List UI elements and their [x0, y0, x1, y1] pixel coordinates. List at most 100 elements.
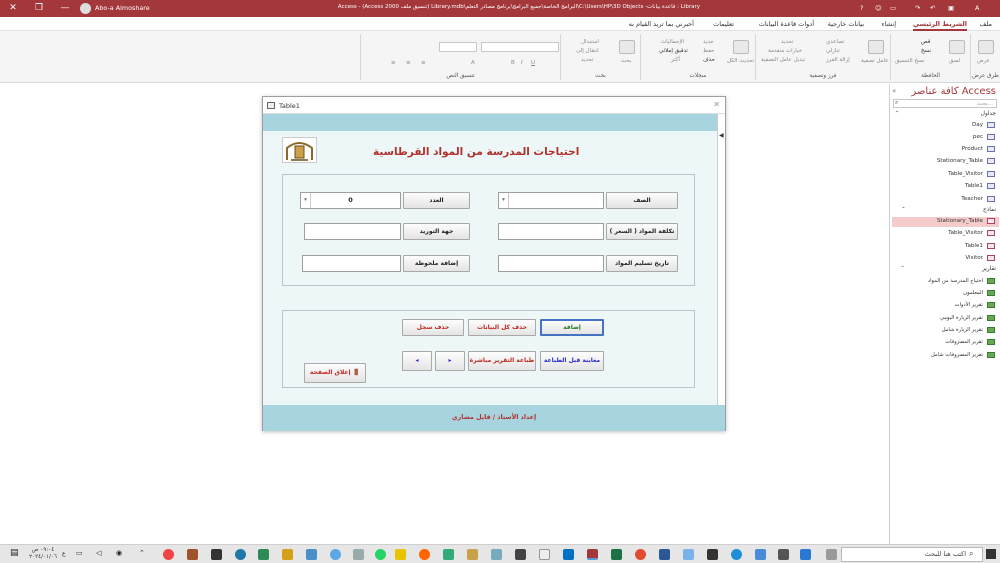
tab-file[interactable]: ملف [980, 20, 992, 28]
close-window-button[interactable]: ✕ [0, 0, 26, 17]
app-icon[interactable] [491, 549, 502, 560]
replace-button[interactable]: استبدال [581, 39, 599, 45]
app-icon[interactable] [211, 549, 222, 560]
avatar[interactable] [80, 3, 91, 14]
save-record-button[interactable]: حفظ [703, 48, 714, 54]
ribbon-options-icon[interactable]: ▭ [890, 4, 896, 12]
volume-icon[interactable]: ◁ [96, 549, 101, 557]
delete-record-button[interactable]: حذف [703, 57, 715, 63]
app-icon[interactable] [258, 549, 269, 560]
paste-icon[interactable] [949, 40, 965, 54]
more-button[interactable]: أكثر [671, 57, 680, 63]
tab-help[interactable]: تعليمات [713, 20, 734, 28]
chevron-up-icon[interactable]: ⌃ [139, 549, 145, 557]
note-field[interactable] [302, 255, 401, 272]
refresh-icon[interactable] [733, 40, 749, 54]
underline-icon[interactable]: U [531, 60, 535, 66]
ascending-button[interactable]: تصاعدي [826, 39, 844, 45]
nav-group-tables[interactable]: جداول ⌃ [895, 111, 996, 117]
format-painter-button[interactable]: نسخ التنسيق [895, 58, 924, 64]
list-item[interactable]: المعلمون [963, 290, 983, 296]
chevron-down-icon[interactable]: ▾ [301, 193, 311, 208]
font-color-icon[interactable]: A [471, 60, 475, 66]
remove-sort-button[interactable]: إزالة الفرز [826, 57, 850, 63]
app-icon[interactable] [443, 549, 454, 560]
list-item[interactable]: Table_Visitor [948, 230, 983, 236]
taskbar-search-input[interactable]: اكتب هنا للبحث [841, 547, 983, 562]
clock[interactable]: ٠٩:٠٤ ص ٢٠٢٤/٠١/٠٦ [27, 547, 59, 561]
search-icon[interactable]: ⌕ [895, 99, 898, 107]
list-item[interactable]: Product [962, 146, 983, 152]
list-item[interactable]: تقرير الأدوات [955, 302, 983, 308]
access-icon[interactable] [587, 549, 598, 560]
app-icon[interactable] [187, 549, 198, 560]
app-icon[interactable] [539, 549, 550, 560]
nav-pane-title[interactable]: كافة عناصر Access [911, 86, 996, 97]
list-item[interactable]: احتياج المدرسة من المواد [928, 278, 983, 284]
restore-window-button[interactable]: ❐ [26, 0, 52, 17]
app-icon[interactable] [515, 549, 526, 560]
dropbox-icon[interactable] [683, 549, 694, 560]
add-button[interactable]: إضافة [540, 319, 604, 336]
nav-search-input[interactable]: بحث... [893, 99, 997, 108]
whatsapp-icon[interactable] [375, 549, 386, 560]
undo-icon[interactable]: ↶ [930, 4, 935, 12]
help-icon[interactable]: ? [860, 4, 863, 12]
record-selector[interactable]: ◀ [717, 114, 725, 405]
chevron-down-icon[interactable]: ▾ [499, 193, 509, 208]
next-record-button[interactable]: ▸ [435, 351, 465, 371]
windows-start-icon[interactable] [986, 549, 996, 559]
chrome-icon[interactable] [635, 549, 646, 560]
delivery-date-field[interactable] [498, 255, 604, 272]
cost-field[interactable] [498, 223, 604, 240]
list-item[interactable]: Visitor [965, 255, 983, 261]
list-item[interactable]: Stationary_Table [937, 158, 983, 164]
app-icon[interactable] [395, 549, 406, 560]
excel-icon[interactable] [611, 549, 622, 560]
list-item[interactable]: Stationary_Table [937, 218, 983, 224]
app-icon[interactable] [778, 549, 789, 560]
tab-database-tools[interactable]: أدوات قاعدة البيانات [759, 20, 814, 28]
previous-record-button[interactable]: ◂ [402, 351, 432, 371]
task-view-icon[interactable] [826, 549, 837, 560]
tab-home[interactable]: الشريط الرئيسي [913, 20, 967, 31]
select-button[interactable]: تحديد [581, 57, 593, 63]
advanced-button[interactable]: خيارات متقدمة [768, 48, 802, 54]
app-icon[interactable] [235, 549, 246, 560]
feedback-icon[interactable]: ☺ [875, 4, 882, 12]
totals-button[interactable]: الإجماليات [661, 39, 684, 45]
tab-external-data[interactable]: بيانات خارجية [828, 20, 864, 28]
selection-button[interactable]: تحديد [781, 39, 793, 45]
spelling-button[interactable]: تدقيق إملائي [659, 48, 688, 54]
italic-icon[interactable]: I [521, 60, 523, 66]
list-item[interactable]: Table1 [965, 243, 983, 249]
app-icon[interactable] [330, 549, 341, 560]
list-item[interactable]: تقرير المصروفات شامل [931, 352, 983, 358]
language-indicator[interactable]: ع [62, 550, 66, 557]
list-item[interactable]: Table_Visitor [948, 171, 983, 177]
tab-create[interactable]: إنشاء [882, 20, 896, 28]
app-icon[interactable] [163, 549, 174, 560]
list-item[interactable]: Table1 [965, 183, 983, 189]
copy-button[interactable]: نسخ [921, 48, 931, 54]
goto-button[interactable]: انتقال إلى [576, 48, 599, 54]
close-icon[interactable]: ✕ [713, 100, 720, 109]
delete-record-button[interactable]: حذف سجل [402, 319, 464, 336]
list-item[interactable]: Day [972, 122, 983, 128]
edge-icon[interactable] [731, 549, 742, 560]
network-icon[interactable]: ◉ [116, 549, 122, 557]
list-item[interactable]: تقرير الزيارة شامل [942, 327, 983, 333]
align-center-icon[interactable]: ≡ [406, 60, 411, 66]
print-report-button[interactable]: طباعة التقرير مباشرة [468, 351, 536, 371]
collapse-pane-icon[interactable]: « [892, 87, 896, 95]
new-record-button[interactable]: جديد [703, 39, 714, 45]
descending-button[interactable]: تنازلي [826, 48, 840, 54]
list-item[interactable]: pec [973, 134, 983, 140]
close-page-button[interactable]: إغلاق الصفحة 🚪 [304, 363, 366, 383]
count-select[interactable]: ▾ 0 [300, 192, 401, 209]
supplier-field[interactable] [304, 223, 401, 240]
tell-me-box[interactable]: أخبرني بما تريد القيام به [629, 20, 694, 28]
app-icon[interactable] [755, 549, 766, 560]
store-icon[interactable] [707, 549, 718, 560]
notifications-icon[interactable]: ▤ [10, 548, 19, 558]
